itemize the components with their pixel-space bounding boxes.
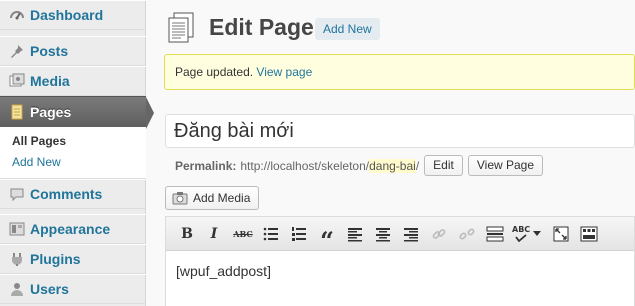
kitchen-sink-icon[interactable] [578, 223, 600, 245]
spellcheck-icon[interactable]: ABC [512, 223, 546, 245]
sidebar-item-label: Comments [30, 186, 103, 202]
post-title-input[interactable]: Đăng bài mới [165, 114, 635, 148]
notice-text: Page updated. [175, 65, 254, 79]
sidebar-item-comments[interactable]: Comments [0, 179, 146, 209]
more-tag-icon[interactable] [484, 223, 506, 245]
page-title-icon [168, 12, 194, 43]
sidebar-item-label: Media [30, 73, 70, 89]
italic-icon[interactable]: I [203, 223, 225, 245]
link-icon[interactable] [428, 223, 450, 245]
sidebar-item-label: Pages [30, 104, 72, 120]
add-new-button[interactable]: Add New [315, 18, 380, 40]
permalink-base: http://localhost/skeleton/ [240, 158, 370, 173]
pages-submenu: All Pages Add New [0, 127, 146, 179]
main-content: Edit Page Add New Page updated. View pag… [147, 0, 635, 306]
bullet-list-icon[interactable] [260, 223, 282, 245]
plugin-icon [0, 251, 28, 267]
align-right-icon[interactable] [400, 223, 422, 245]
comment-icon [0, 186, 28, 202]
camera-icon [172, 192, 188, 205]
blockquote-icon[interactable]: “ [316, 223, 338, 255]
sidebar-item-plugins[interactable]: Plugins [0, 244, 146, 274]
add-media-label: Add Media [193, 191, 251, 205]
chevron-down-icon [533, 231, 542, 236]
sidebar-item-label: Dashboard [30, 7, 104, 23]
page-title: Edit Page [209, 14, 314, 40]
users-icon [0, 281, 28, 297]
permalink-slug[interactable]: dang-bai [369, 158, 416, 173]
sidebar-item-posts[interactable]: Posts [0, 36, 146, 66]
view-page-button[interactable]: View Page [467, 155, 544, 176]
appearance-icon [0, 221, 28, 237]
media-icon [0, 73, 28, 89]
sidebar-item-label: Appearance [30, 221, 111, 237]
align-left-icon[interactable] [344, 223, 366, 245]
sidebar-item-label: Plugins [30, 251, 81, 267]
sidebar-item-appearance[interactable]: Appearance [0, 214, 146, 244]
pushpin-icon [0, 43, 28, 59]
fullscreen-icon[interactable] [550, 223, 572, 245]
sidebar-item-pages[interactable]: Pages [0, 96, 154, 129]
sidebar-item-media[interactable]: Media [0, 66, 146, 96]
admin-sidebar: Dashboard Posts Media Pages All Pages Ad… [0, 0, 154, 306]
content-editor: B I ABC “ ABC [wpuf_addpost] [165, 216, 635, 306]
numbered-list-icon[interactable] [288, 223, 310, 245]
view-page-link[interactable]: View page [256, 65, 312, 79]
submenu-add-new[interactable]: Add New [12, 155, 61, 169]
permalink-trail: / [415, 158, 420, 173]
align-center-icon[interactable] [372, 223, 394, 245]
sidebar-item-label: Posts [30, 43, 69, 59]
dashboard-icon [0, 7, 28, 23]
add-media-button[interactable]: Add Media [165, 186, 260, 210]
spellcheck-label: ABC [512, 225, 531, 234]
permalink-row: Permalink: http://localhost/skeleton/dan… [175, 155, 544, 176]
unlink-icon[interactable] [456, 223, 478, 245]
sidebar-item-dashboard[interactable]: Dashboard [0, 0, 146, 30]
strikethrough-icon[interactable]: ABC [232, 223, 254, 245]
bold-icon[interactable]: B [176, 223, 198, 245]
update-notice: Page updated. View page [164, 54, 635, 90]
editor-body-text[interactable]: [wpuf_addpost] [176, 263, 271, 279]
pages-icon [0, 104, 28, 120]
editor-toolbar: B I ABC “ ABC [166, 217, 634, 255]
sidebar-item-users[interactable]: Users [0, 274, 146, 304]
edit-permalink-button[interactable]: Edit [424, 155, 463, 176]
sidebar-item-label: Users [30, 281, 69, 297]
submenu-all-pages[interactable]: All Pages [12, 134, 66, 148]
permalink-label: Permalink: [175, 158, 237, 173]
